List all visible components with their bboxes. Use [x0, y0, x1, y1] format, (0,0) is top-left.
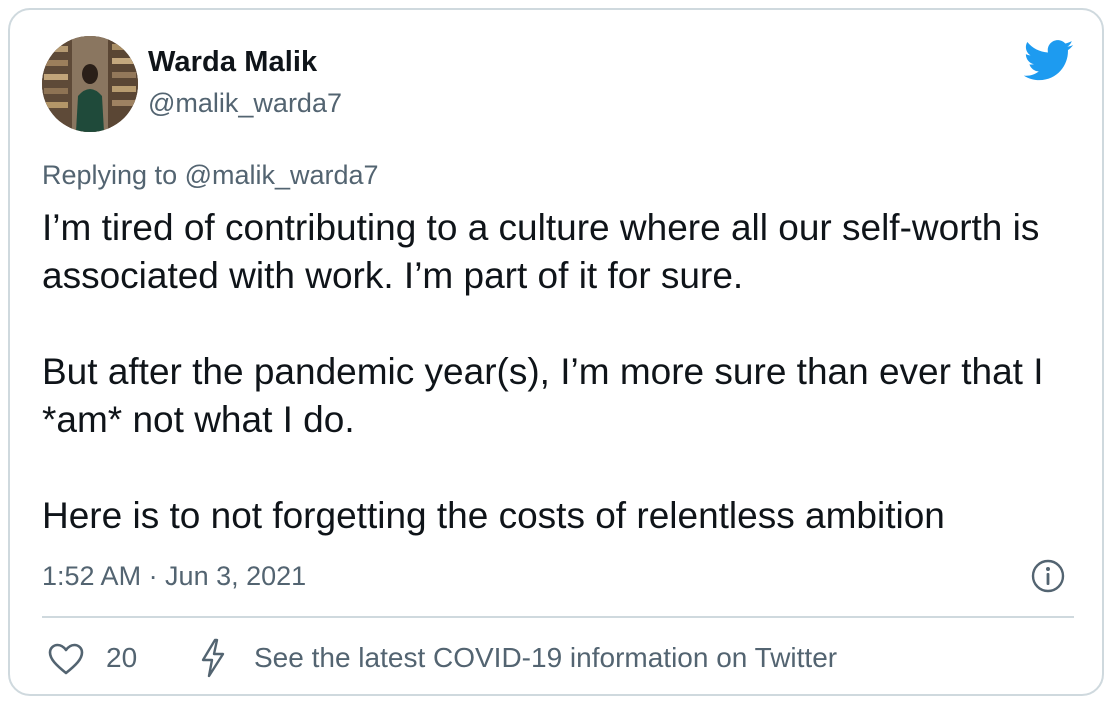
tweet-paragraph: But after the pandemic year(s), I’m more… — [42, 351, 1044, 440]
replying-to-handle[interactable]: @malik_warda7 — [185, 160, 379, 190]
covid-info-link[interactable]: See the latest COVID-19 information on T… — [254, 642, 837, 674]
divider — [42, 616, 1074, 618]
avatar-photo — [42, 36, 138, 132]
avatar[interactable] — [42, 36, 138, 132]
replying-to: Replying to @malik_warda7 — [42, 160, 379, 191]
author-display-name[interactable]: Warda Malik — [148, 46, 317, 79]
twitter-bird-icon[interactable] — [1023, 40, 1074, 82]
replying-to-prefix: Replying to — [42, 160, 185, 190]
tweet-card: Warda Malik @malik_warda7 Replying to @m… — [8, 8, 1104, 696]
tweet-paragraph: Here is to not forgetting the costs of r… — [42, 495, 945, 536]
lightning-bolt-icon[interactable] — [198, 638, 228, 678]
tweet-text: I’m tired of contributing to a culture w… — [42, 204, 1082, 540]
info-icon[interactable] — [1031, 559, 1065, 593]
heart-icon[interactable] — [48, 643, 84, 675]
tweet-timestamp[interactable]: 1:52 AM · Jun 3, 2021 — [42, 561, 306, 592]
like-count[interactable]: 20 — [106, 642, 137, 674]
tweet-paragraph: I’m tired of contributing to a culture w… — [42, 207, 1040, 296]
author-handle[interactable]: @malik_warda7 — [148, 88, 342, 119]
